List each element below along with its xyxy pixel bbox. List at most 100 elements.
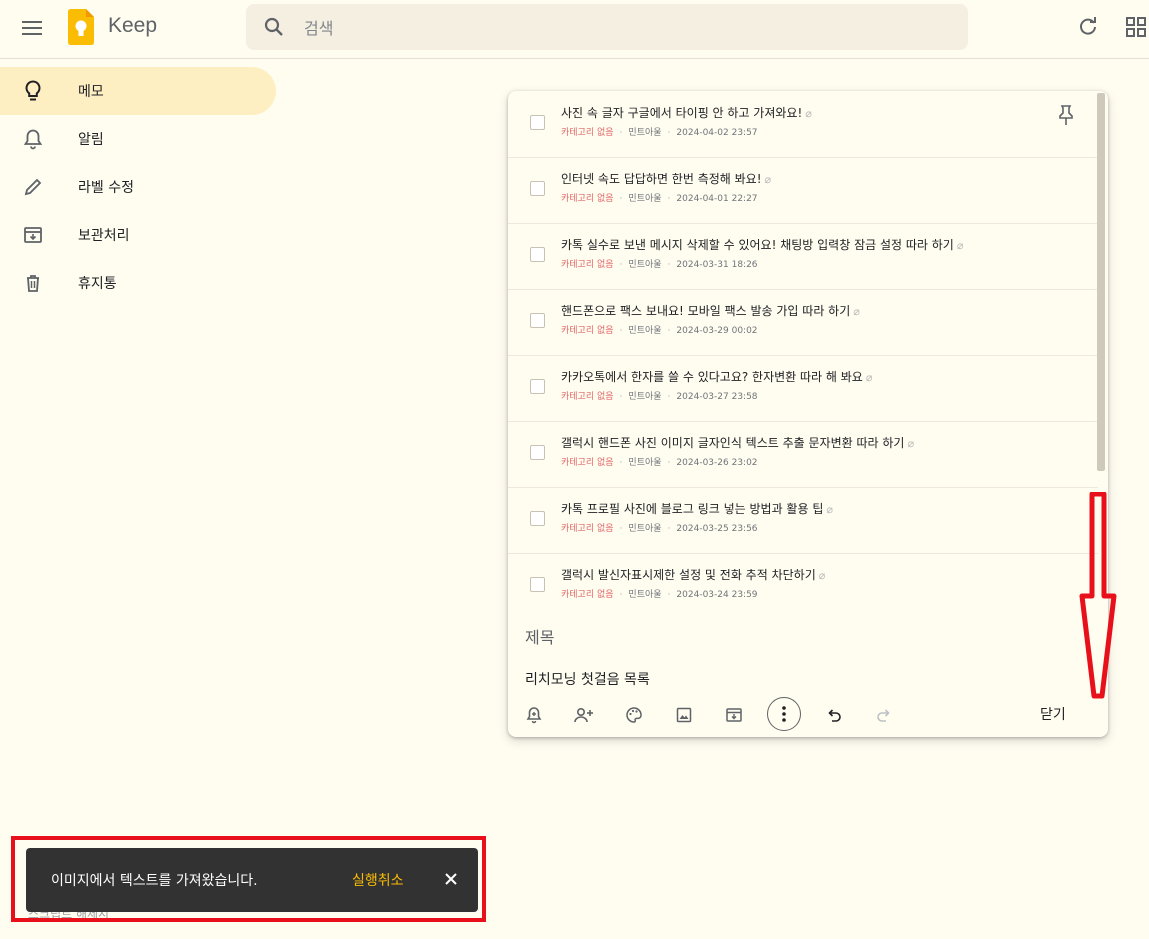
pencil-icon (21, 175, 45, 199)
note-editor: 사진 속 글자 구글에서 타이핑 안 하고 가져와요! ⌀ 카테고리 없음 · 민트아… (508, 91, 1108, 737)
pin-icon (1059, 105, 1073, 125)
search-bar[interactable] (246, 4, 968, 50)
list-item-checkbox[interactable] (530, 247, 545, 262)
search-icon[interactable] (262, 15, 286, 39)
list-item: 카카오톡에서 한자를 쓸 수 있다고요? 한자변환 따라 해 봐요 ⌀ 카테고리 … (508, 355, 1098, 422)
close-note-button[interactable]: 닫기 (1032, 702, 1074, 726)
sidebar-item-trash[interactable]: 휴지통 (0, 259, 276, 307)
list-item-text[interactable]: 카카오톡에서 한자를 쓸 수 있다고요? 한자변환 따라 해 봐요 (561, 370, 863, 384)
list-item-author: 민트아울 (628, 260, 662, 270)
attachment-icon: ⌀ (818, 569, 826, 582)
list-item: 카톡 실수로 보낸 메시지 삭제할 수 있어요! 채팅방 입력창 잠금 설정 따… (508, 223, 1098, 290)
list-item-checkbox[interactable] (530, 511, 545, 526)
main-menu-button[interactable] (14, 10, 50, 46)
attachment-icon: ⌀ (956, 239, 964, 252)
list-item-date: 2024-04-01 22:27 (676, 194, 758, 204)
keep-logo-icon (68, 9, 94, 45)
list-item-text[interactable]: 인터넷 속도 답답하면 한번 측정해 봐요! (561, 172, 762, 186)
list-item-checkbox[interactable] (530, 115, 545, 130)
hamburger-menu-icon (22, 21, 42, 35)
list-item-category: 카테고리 없음 (561, 260, 614, 270)
grid-view-icon (1126, 17, 1146, 37)
list-item: 인터넷 속도 답답하면 한번 측정해 봐요! ⌀ 카테고리 없음 · 민트아울 · 202… (508, 157, 1098, 224)
list-item-category: 카테고리 없음 (561, 392, 614, 402)
list-item-date: 2024-03-25 23:56 (676, 524, 758, 534)
refresh-icon (1080, 17, 1096, 35)
sidebar-item-label: 알림 (78, 132, 104, 148)
redo-button[interactable] (869, 700, 899, 730)
archive-icon (726, 708, 742, 722)
image-icon (676, 707, 692, 723)
list-item-date: 2024-03-26 23:02 (676, 458, 758, 468)
grid-view-button[interactable] (1122, 13, 1149, 41)
red-arrow-annotation (1079, 492, 1117, 699)
sidebar-item-archive[interactable]: 보관처리 (0, 211, 276, 259)
list-item-date: 2024-03-27 23:58 (676, 392, 758, 402)
list-item-text[interactable]: 갤럭시 핸드폰 사진 이미지 글자인식 텍스트 추출 문자변환 따라 하기 (561, 436, 904, 450)
list-item-category: 카테고리 없음 (561, 194, 614, 204)
note-title-field[interactable]: 제목 (525, 624, 554, 648)
redo-icon (877, 709, 890, 722)
list-item-category: 카테고리 없음 (561, 326, 614, 336)
undo-button[interactable] (819, 700, 849, 730)
attachment-icon: ⌀ (805, 107, 812, 120)
sidebar-item-edit-labels[interactable]: 라벨 수정 (0, 163, 276, 211)
list-item: 갤럭시 핸드폰 사진 이미지 글자인식 텍스트 추출 문자변환 따라 하기 ⌀ 카… (508, 421, 1098, 488)
red-highlight-box-annotation (11, 836, 486, 922)
attachment-icon: ⌀ (764, 173, 772, 186)
person-add-icon (574, 707, 593, 723)
list-item-text[interactable]: 핸드폰으로 팩스 보내요! 모바일 팩스 발송 가입 따라 하기 (561, 304, 850, 318)
sidebar-item-label: 보관처리 (78, 228, 130, 244)
list-item: 갤럭시 발신자표시제한 설정 및 전화 추적 차단하기 ⌀ 카테고리 없음 · 민트아… (508, 553, 1098, 619)
list-item-date: 2024-04-02 23:57 (676, 128, 758, 138)
collaborator-button[interactable] (569, 700, 599, 730)
more-vert-icon (782, 706, 786, 722)
list-item: 사진 속 글자 구글에서 타이핑 안 하고 가져와요! ⌀ 카테고리 없음 · 민트아… (508, 91, 1098, 158)
refresh-button[interactable] (1074, 13, 1102, 41)
bell-plus-icon (526, 707, 542, 724)
sidebar-item-label: 메모 (78, 84, 104, 100)
list-item: 카톡 프로필 사진에 블로그 링크 넣는 방법과 활용 팁 ⌀ 카테고리 없음 · 민… (508, 487, 1098, 554)
list-item-date: 2024-03-24 23:59 (676, 590, 758, 600)
list-item-author: 민트아울 (628, 590, 662, 600)
list-item-text[interactable]: 카톡 실수로 보낸 메시지 삭제할 수 있어요! 채팅방 입력창 잠금 설정 따… (561, 238, 954, 252)
list-item-text[interactable]: 갤럭시 발신자표시제한 설정 및 전화 추적 차단하기 (561, 568, 816, 582)
bell-icon (21, 127, 45, 151)
list-item-checkbox[interactable] (530, 313, 545, 328)
list-item-checkbox[interactable] (530, 445, 545, 460)
add-image-button[interactable] (669, 700, 699, 730)
sidebar-item-label: 라벨 수정 (78, 180, 134, 196)
list-item-category: 카테고리 없음 (561, 458, 614, 468)
list-item-author: 민트아울 (628, 326, 662, 336)
remind-me-button[interactable] (519, 700, 549, 730)
list-item-text[interactable]: 카톡 프로필 사진에 블로그 링크 넣는 방법과 활용 팁 (561, 502, 823, 516)
attachment-icon: ⌀ (826, 503, 833, 516)
list-item-checkbox[interactable] (530, 181, 545, 196)
top-bar: Keep (0, 0, 1149, 59)
list-item-author: 민트아울 (628, 194, 662, 204)
background-options-button[interactable] (619, 700, 649, 730)
list-item-category: 카테고리 없음 (561, 590, 614, 600)
list-item-checkbox[interactable] (530, 379, 545, 394)
list-item-category: 카테고리 없음 (561, 128, 614, 138)
search-input[interactable] (302, 14, 906, 42)
sidebar-item-notes[interactable]: 메모 (0, 67, 276, 115)
pin-note-button[interactable] (1056, 104, 1076, 126)
list-item-category: 카테고리 없음 (561, 524, 614, 534)
attachment-icon: ⌀ (865, 371, 873, 384)
undo-icon (828, 709, 841, 722)
attachment-icon: ⌀ (907, 437, 915, 450)
list-item-text[interactable]: 사진 속 글자 구글에서 타이핑 안 하고 가져와요! (561, 106, 802, 120)
archive-button[interactable] (719, 700, 749, 730)
note-body-field[interactable]: 리치모닝 첫걸음 목록 (525, 669, 650, 689)
more-options-button[interactable] (767, 697, 801, 731)
list-item-date: 2024-03-31 18:26 (676, 260, 758, 270)
list-item-author: 민트아울 (628, 458, 662, 468)
sidebar-item-reminders[interactable]: 알림 (0, 115, 276, 163)
attachment-icon: ⌀ (853, 305, 860, 318)
app-title[interactable]: Keep (108, 14, 157, 38)
note-scrollbar[interactable] (1097, 93, 1105, 471)
trash-icon (21, 271, 45, 295)
list-item-checkbox[interactable] (530, 577, 545, 592)
list-item-date: 2024-03-29 00:02 (676, 326, 758, 336)
